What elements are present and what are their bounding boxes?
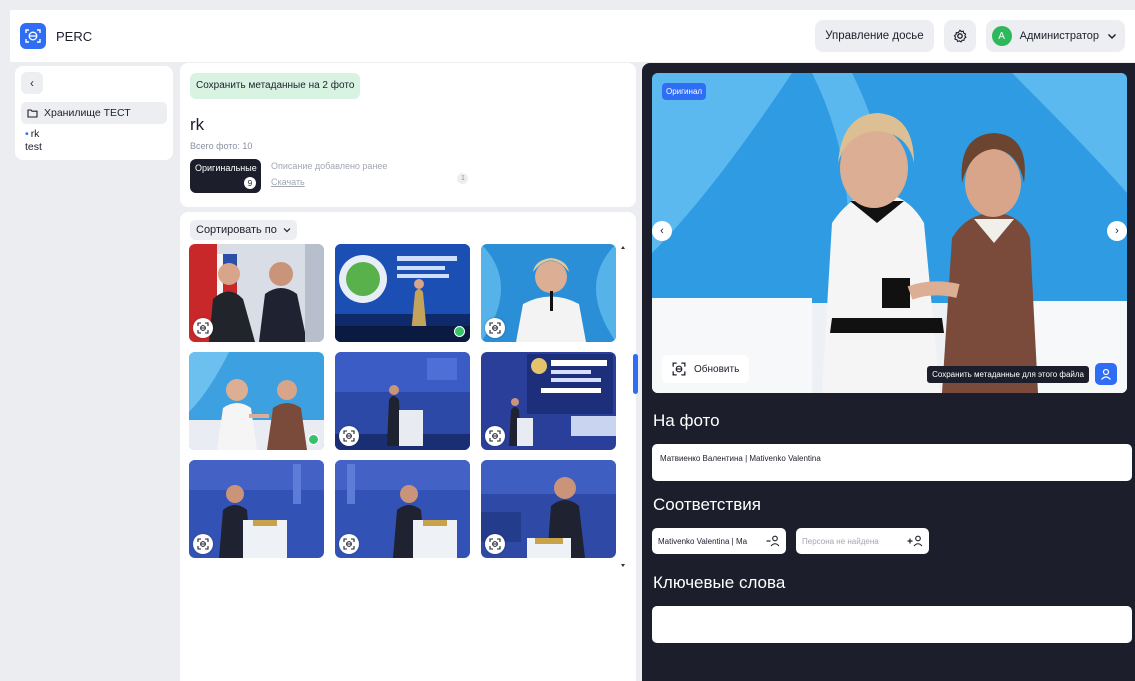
preview-image bbox=[652, 73, 1127, 393]
face-scan-icon bbox=[672, 362, 686, 376]
chevron-left-icon: ‹ bbox=[30, 76, 34, 90]
matches-title: Соответствия bbox=[653, 495, 761, 514]
photo-details-panel: Оригинал ‹ › Обновить Сохранить метаданн… bbox=[642, 63, 1135, 681]
face-scan-icon bbox=[197, 538, 209, 550]
face-scan-icon bbox=[197, 322, 209, 334]
scroll-up-arrow[interactable] bbox=[621, 246, 625, 249]
refresh-label: Обновить bbox=[694, 363, 740, 375]
avatar: A bbox=[991, 26, 1012, 46]
original-tag: Оригинал bbox=[662, 83, 707, 100]
chevron-down-icon bbox=[1107, 33, 1117, 40]
top-header: PERC Управление досье A Администратор bbox=[10, 10, 1135, 62]
unmatched-pill[interactable]: Персона не найдена bbox=[796, 528, 929, 554]
originals-label: Оригинальные bbox=[195, 163, 257, 173]
refresh-button[interactable]: Обновить bbox=[662, 355, 750, 383]
photo-preview: Оригинал ‹ › Обновить Сохранить метаданн… bbox=[652, 73, 1127, 393]
next-photo-button[interactable]: › bbox=[1107, 221, 1127, 241]
download-link[interactable]: Скачать bbox=[271, 177, 387, 187]
folder-title: rk bbox=[190, 115, 205, 134]
photo-image bbox=[335, 244, 470, 342]
tree-item-label: test bbox=[25, 141, 42, 153]
photo-thumbnail[interactable] bbox=[335, 244, 470, 342]
face-scan-icon bbox=[489, 322, 501, 334]
settings-button[interactable] bbox=[943, 20, 976, 52]
keywords-field[interactable] bbox=[652, 606, 1132, 643]
face-scan-icon bbox=[489, 430, 501, 442]
save-person-icon bbox=[1101, 368, 1111, 380]
face-recognition-button[interactable] bbox=[485, 426, 505, 446]
photo-thumbnail[interactable] bbox=[481, 244, 616, 342]
face-recognition-button[interactable] bbox=[339, 534, 359, 554]
on-photo-field[interactable]: Матвиенко Валентина | Mativenko Valentin… bbox=[652, 444, 1132, 481]
face-scan-icon bbox=[343, 538, 355, 550]
save-file-tooltip: Сохранить метаданные для этого файла bbox=[927, 365, 1089, 383]
match-placeholder: Персона не найдена bbox=[802, 536, 879, 546]
folder-icon bbox=[27, 109, 38, 118]
user-name: Администратор bbox=[1019, 30, 1099, 42]
chevron-left-icon: ‹ bbox=[660, 225, 664, 237]
total-photos: Всего фото: 10 bbox=[190, 141, 253, 151]
gear-icon bbox=[953, 29, 967, 43]
photo-image bbox=[189, 352, 324, 450]
keywords-title: Ключевые слова bbox=[653, 573, 786, 592]
app-name: PERC bbox=[56, 28, 93, 44]
photo-thumbnail[interactable] bbox=[335, 352, 470, 450]
tree-item-test[interactable]: test bbox=[21, 141, 167, 154]
photo-thumbnail[interactable] bbox=[189, 352, 324, 450]
face-recognition-button[interactable] bbox=[193, 318, 213, 338]
storage-sidebar: ‹ Хранилище ТЕСТ • rk test bbox=[15, 66, 173, 160]
processed-status-indicator bbox=[454, 326, 465, 337]
save-metadata-button[interactable]: Сохранить метаданные на 2 фото bbox=[190, 73, 361, 99]
photo-thumbnail[interactable] bbox=[189, 460, 324, 558]
add-person-icon[interactable] bbox=[907, 534, 923, 548]
on-photo-title: На фото bbox=[653, 411, 720, 430]
photo-gallery: Сортировать по bbox=[180, 212, 636, 681]
processed-status-indicator bbox=[308, 434, 319, 445]
scroll-down-arrow[interactable] bbox=[621, 564, 625, 567]
originals-count: 9 bbox=[244, 177, 256, 189]
chevron-right-icon: › bbox=[1115, 225, 1119, 237]
match-value: Mativenko Valentina | Ma bbox=[658, 536, 748, 546]
remove-person-icon[interactable] bbox=[766, 534, 780, 548]
tree-item-rk[interactable]: • rk bbox=[21, 128, 167, 141]
face-recognition-button[interactable] bbox=[485, 318, 505, 338]
panel-resize-handle[interactable] bbox=[633, 354, 638, 394]
sort-dropdown[interactable]: Сортировать по bbox=[190, 220, 297, 240]
collapse-sidebar-button[interactable]: ‹ bbox=[21, 72, 43, 94]
thumbnail-grid bbox=[189, 244, 616, 558]
photo-thumbnail[interactable] bbox=[481, 352, 616, 450]
folder-info-card: Сохранить метаданные на 2 фото rk Всего … bbox=[180, 63, 636, 207]
app-logo-icon[interactable] bbox=[20, 23, 46, 49]
storage-label: Хранилище ТЕСТ bbox=[44, 107, 131, 119]
user-menu[interactable]: A Администратор bbox=[985, 20, 1125, 52]
sort-label: Сортировать по bbox=[196, 224, 277, 236]
face-recognition-button[interactable] bbox=[485, 534, 505, 554]
description-count-badge: 1 bbox=[457, 173, 469, 184]
match-pill[interactable]: Mativenko Valentina | Ma bbox=[652, 528, 786, 554]
save-file-metadata: Сохранить метаданные для этого файла bbox=[927, 363, 1117, 385]
selected-dot-icon: • bbox=[25, 128, 29, 140]
previous-photo-button[interactable]: ‹ bbox=[652, 221, 672, 241]
save-file-metadata-button[interactable] bbox=[1095, 363, 1117, 385]
face-scan-icon bbox=[343, 430, 355, 442]
face-scan-icon bbox=[489, 538, 501, 550]
chevron-down-icon bbox=[283, 228, 291, 233]
face-recognition-button[interactable] bbox=[193, 534, 213, 554]
description-note: Описание добавлено ранее bbox=[271, 161, 388, 171]
photo-thumbnail[interactable] bbox=[335, 460, 470, 558]
face-recognition-button[interactable] bbox=[339, 426, 359, 446]
photo-thumbnail[interactable] bbox=[189, 244, 324, 342]
photo-thumbnail[interactable] bbox=[481, 460, 616, 558]
dossier-management-button[interactable]: Управление досье bbox=[815, 20, 934, 52]
tree-item-label: rk bbox=[30, 128, 40, 140]
storage-item[interactable]: Хранилище ТЕСТ bbox=[21, 102, 167, 124]
originals-filter-chip[interactable]: Оригинальные 9 bbox=[190, 159, 261, 193]
